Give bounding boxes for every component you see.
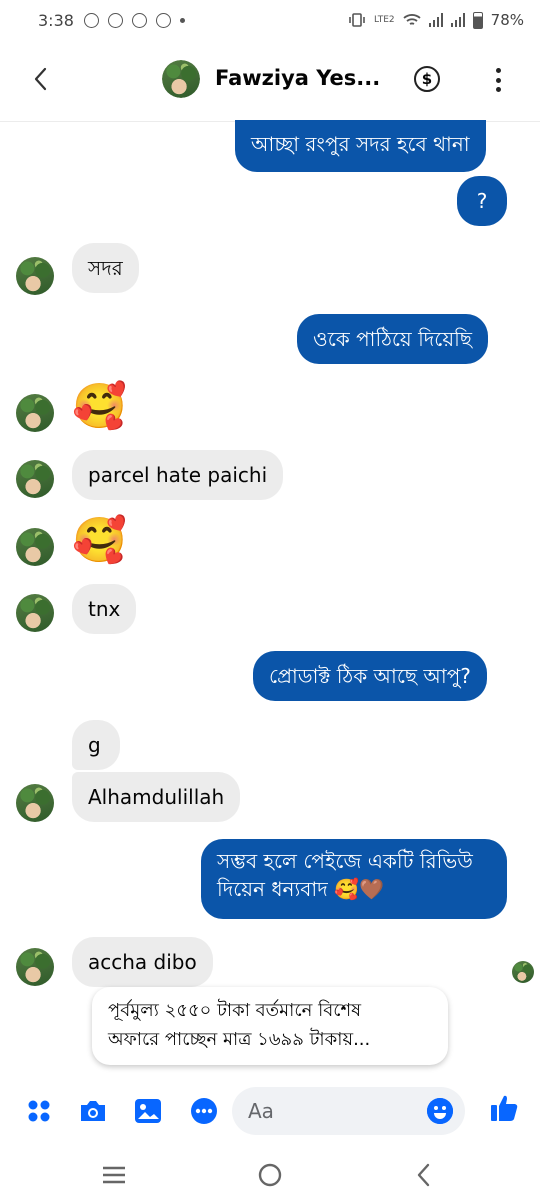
sender-avatar (16, 528, 54, 566)
system-back-button[interactable] (411, 1162, 437, 1188)
contact-name[interactable]: Fawziya Yes... (215, 66, 380, 90)
apps-grid-icon (28, 1100, 50, 1122)
home-icon (258, 1163, 282, 1187)
network-type-icon: LTE2 (373, 14, 395, 25)
recycle-notification-icon (131, 12, 147, 28)
incoming-emoji-message[interactable]: 🥰 (72, 382, 127, 432)
signal-2-icon (450, 13, 465, 27)
message-input[interactable] (248, 1095, 418, 1127)
chat-bubble-icon (191, 1098, 217, 1124)
camera-button[interactable] (78, 1096, 108, 1126)
read-receipt-avatar (512, 961, 534, 983)
back-button[interactable] (26, 64, 56, 94)
incoming-message[interactable]: Alhamdulillah (72, 772, 241, 822)
smiley-icon (427, 1098, 453, 1124)
incoming-message[interactable]: accha dibo (72, 937, 213, 987)
incoming-message[interactable]: g (72, 720, 120, 770)
facebook-notification-icon (107, 12, 123, 28)
outgoing-message[interactable]: আচ্ছা রংপুর সদর হবে থানা (235, 120, 486, 172)
payment-button[interactable]: $ (414, 66, 440, 92)
back-arrow-icon (417, 1163, 430, 1187)
sender-avatar (16, 594, 54, 632)
battery-icon (472, 11, 483, 29)
more-notifications-dot-icon (179, 17, 185, 23)
dollar-icon: $ (421, 70, 433, 88)
outgoing-message[interactable]: ? (457, 176, 507, 226)
recent-apps-button[interactable] (101, 1162, 127, 1188)
sender-avatar (16, 394, 54, 432)
suggested-reply-line: পূর্বমুল্য ২৫৫০ টাকা বর্তমানে বিশেষ (108, 1000, 362, 1021)
gallery-button[interactable] (133, 1096, 163, 1126)
messenger-notification-icon (155, 12, 171, 28)
camera-icon (81, 1101, 105, 1121)
message-input-box[interactable] (232, 1087, 465, 1135)
sender-avatar (16, 460, 54, 498)
battery-percent: 78% (490, 11, 524, 29)
suggested-reply-card[interactable]: পূর্বমুল্য ২৫৫০ টাকা বর্তমানে বিশেষ অফার… (92, 987, 448, 1065)
message-composer (0, 1082, 540, 1140)
suggested-reply-line: অফারে পাচ্ছেন মাত্র ১৬৯৯ টাকায়... (108, 1029, 371, 1050)
incoming-message[interactable]: tnx (72, 584, 137, 634)
recents-icon (103, 1166, 125, 1184)
vibrate-icon (349, 13, 365, 27)
wifi-icon (403, 14, 421, 25)
system-nav-bar (0, 1146, 540, 1204)
signal-1-icon (428, 13, 443, 27)
message-line: দিয়েন ধন্যবাদ 🥰🤎 (217, 877, 384, 901)
home-button[interactable] (257, 1162, 283, 1188)
sender-avatar (16, 948, 54, 986)
incoming-message[interactable]: সদর (72, 243, 139, 293)
status-right: LTE2 78% (348, 11, 524, 29)
sender-avatar (16, 257, 54, 295)
status-time: 3:38 (38, 10, 74, 30)
emoji-button[interactable] (427, 1098, 453, 1124)
outgoing-message[interactable]: ওকে পাঠিয়ে দিয়েছি (297, 314, 488, 364)
outgoing-message[interactable]: প্রোডাক্ট ঠিক আছে আপু? (253, 651, 487, 701)
notification-app-icon (83, 12, 99, 28)
sender-avatar (16, 784, 54, 822)
chevron-left-icon (34, 67, 47, 91)
image-icon (135, 1099, 161, 1123)
thumbs-up-icon (491, 1095, 518, 1121)
chat-header: Fawziya Yes... $ (0, 40, 540, 122)
more-actions-button[interactable] (24, 1096, 54, 1126)
voice-message-button[interactable] (189, 1096, 219, 1126)
message-line: সম্ভব হলে পেইজে একটি রিভিউ (217, 849, 473, 873)
notification-icons (83, 12, 185, 28)
contact-avatar[interactable] (162, 60, 200, 98)
more-options-button[interactable] (494, 68, 502, 92)
status-bar: 3:38 LTE2 78% (0, 0, 540, 40)
incoming-message[interactable]: parcel hate paichi (72, 450, 284, 500)
like-button[interactable] (489, 1093, 519, 1123)
incoming-emoji-message[interactable]: 🥰 (72, 516, 127, 566)
outgoing-message[interactable]: সম্ভব হলে পেইজে একটি রিভিউ দিয়েন ধন্যবা… (201, 839, 507, 919)
